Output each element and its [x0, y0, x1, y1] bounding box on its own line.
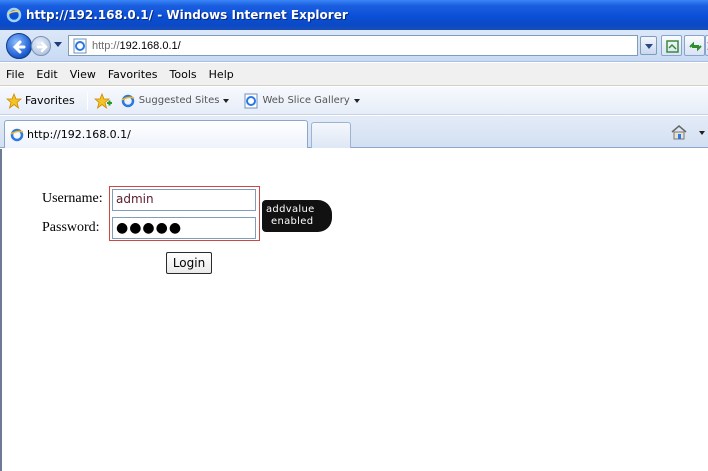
address-dropdown-button[interactable]: [640, 36, 657, 55]
recent-pages-dropdown[interactable]: [54, 42, 62, 47]
address-input[interactable]: http://192.168.0.1/: [68, 35, 638, 56]
addvalue-logo: addvalue enabled: [262, 200, 332, 232]
login-button[interactable]: Login: [166, 252, 212, 274]
compatibility-view-button[interactable]: [661, 35, 682, 56]
chevron-down-icon: [223, 98, 230, 103]
username-field[interactable]: admin: [112, 189, 256, 211]
password-label: Password:: [42, 220, 100, 235]
refresh-icon: [689, 41, 702, 52]
ie-icon: [10, 128, 24, 141]
menu-bar: File Edit View Favorites Tools Help: [0, 63, 708, 86]
window-title: http://192.168.0.1/ - Windows Internet E…: [26, 8, 348, 22]
favorites-button[interactable]: Favorites: [2, 92, 79, 109]
menu-favorites[interactable]: Favorites: [102, 68, 164, 81]
suggested-sites-link[interactable]: Suggested Sites: [116, 93, 234, 109]
tab-title: http://192.168.0.1/: [27, 128, 131, 141]
username-label: Username:: [42, 191, 103, 206]
favorites-bar: Favorites Suggested Sites Web Slice Gall…: [0, 87, 708, 115]
navigation-bar: http://192.168.0.1/: [0, 30, 708, 62]
forward-button[interactable]: [31, 36, 51, 56]
web-slice-gallery-link[interactable]: Web Slice Gallery: [239, 93, 363, 109]
home-icon[interactable]: [670, 124, 688, 140]
refresh-button[interactable]: [684, 35, 705, 56]
favorites-star-icon: [6, 92, 22, 109]
window-titlebar[interactable]: http://192.168.0.1/ - Windows Internet E…: [0, 0, 708, 30]
menu-help[interactable]: Help: [203, 68, 240, 81]
new-tab-button[interactable]: [311, 122, 351, 148]
menu-view[interactable]: View: [64, 68, 102, 81]
url-host: 192.168.0.1/: [119, 39, 181, 52]
tab-bar: http://192.168.0.1/: [0, 116, 708, 148]
address-url: http://192.168.0.1/: [92, 40, 181, 52]
url-prefix: http://: [92, 39, 120, 52]
favorites-separator: [86, 91, 88, 110]
favorites-label: Favorites: [25, 94, 75, 107]
chevron-down-icon: [353, 98, 360, 103]
menu-file[interactable]: File: [0, 68, 30, 81]
compatibility-icon: [666, 40, 679, 53]
tab-active[interactable]: http://192.168.0.1/: [4, 120, 308, 148]
home-dropdown[interactable]: [699, 131, 705, 135]
web-slice-gallery-label: Web Slice Gallery: [262, 95, 350, 106]
forward-arrow-icon: [36, 41, 48, 53]
menu-edit[interactable]: Edit: [30, 68, 63, 81]
ie-page-icon: [73, 38, 87, 53]
ie-page-icon: [244, 93, 258, 108]
ie-icon: [121, 94, 134, 107]
add-favorites-icon[interactable]: [93, 92, 112, 109]
logo-line2: enabled: [271, 216, 314, 227]
menu-tools[interactable]: Tools: [164, 68, 203, 81]
page-content: Username: Password: admin ●●●●● Login ad…: [0, 149, 708, 471]
logo-line1: addvalue: [266, 204, 315, 215]
ie-logo-icon: [6, 7, 22, 23]
suggested-sites-label: Suggested Sites: [138, 95, 220, 106]
password-field[interactable]: ●●●●●: [112, 217, 256, 239]
back-button[interactable]: [6, 33, 32, 59]
back-arrow-icon: [12, 40, 26, 54]
